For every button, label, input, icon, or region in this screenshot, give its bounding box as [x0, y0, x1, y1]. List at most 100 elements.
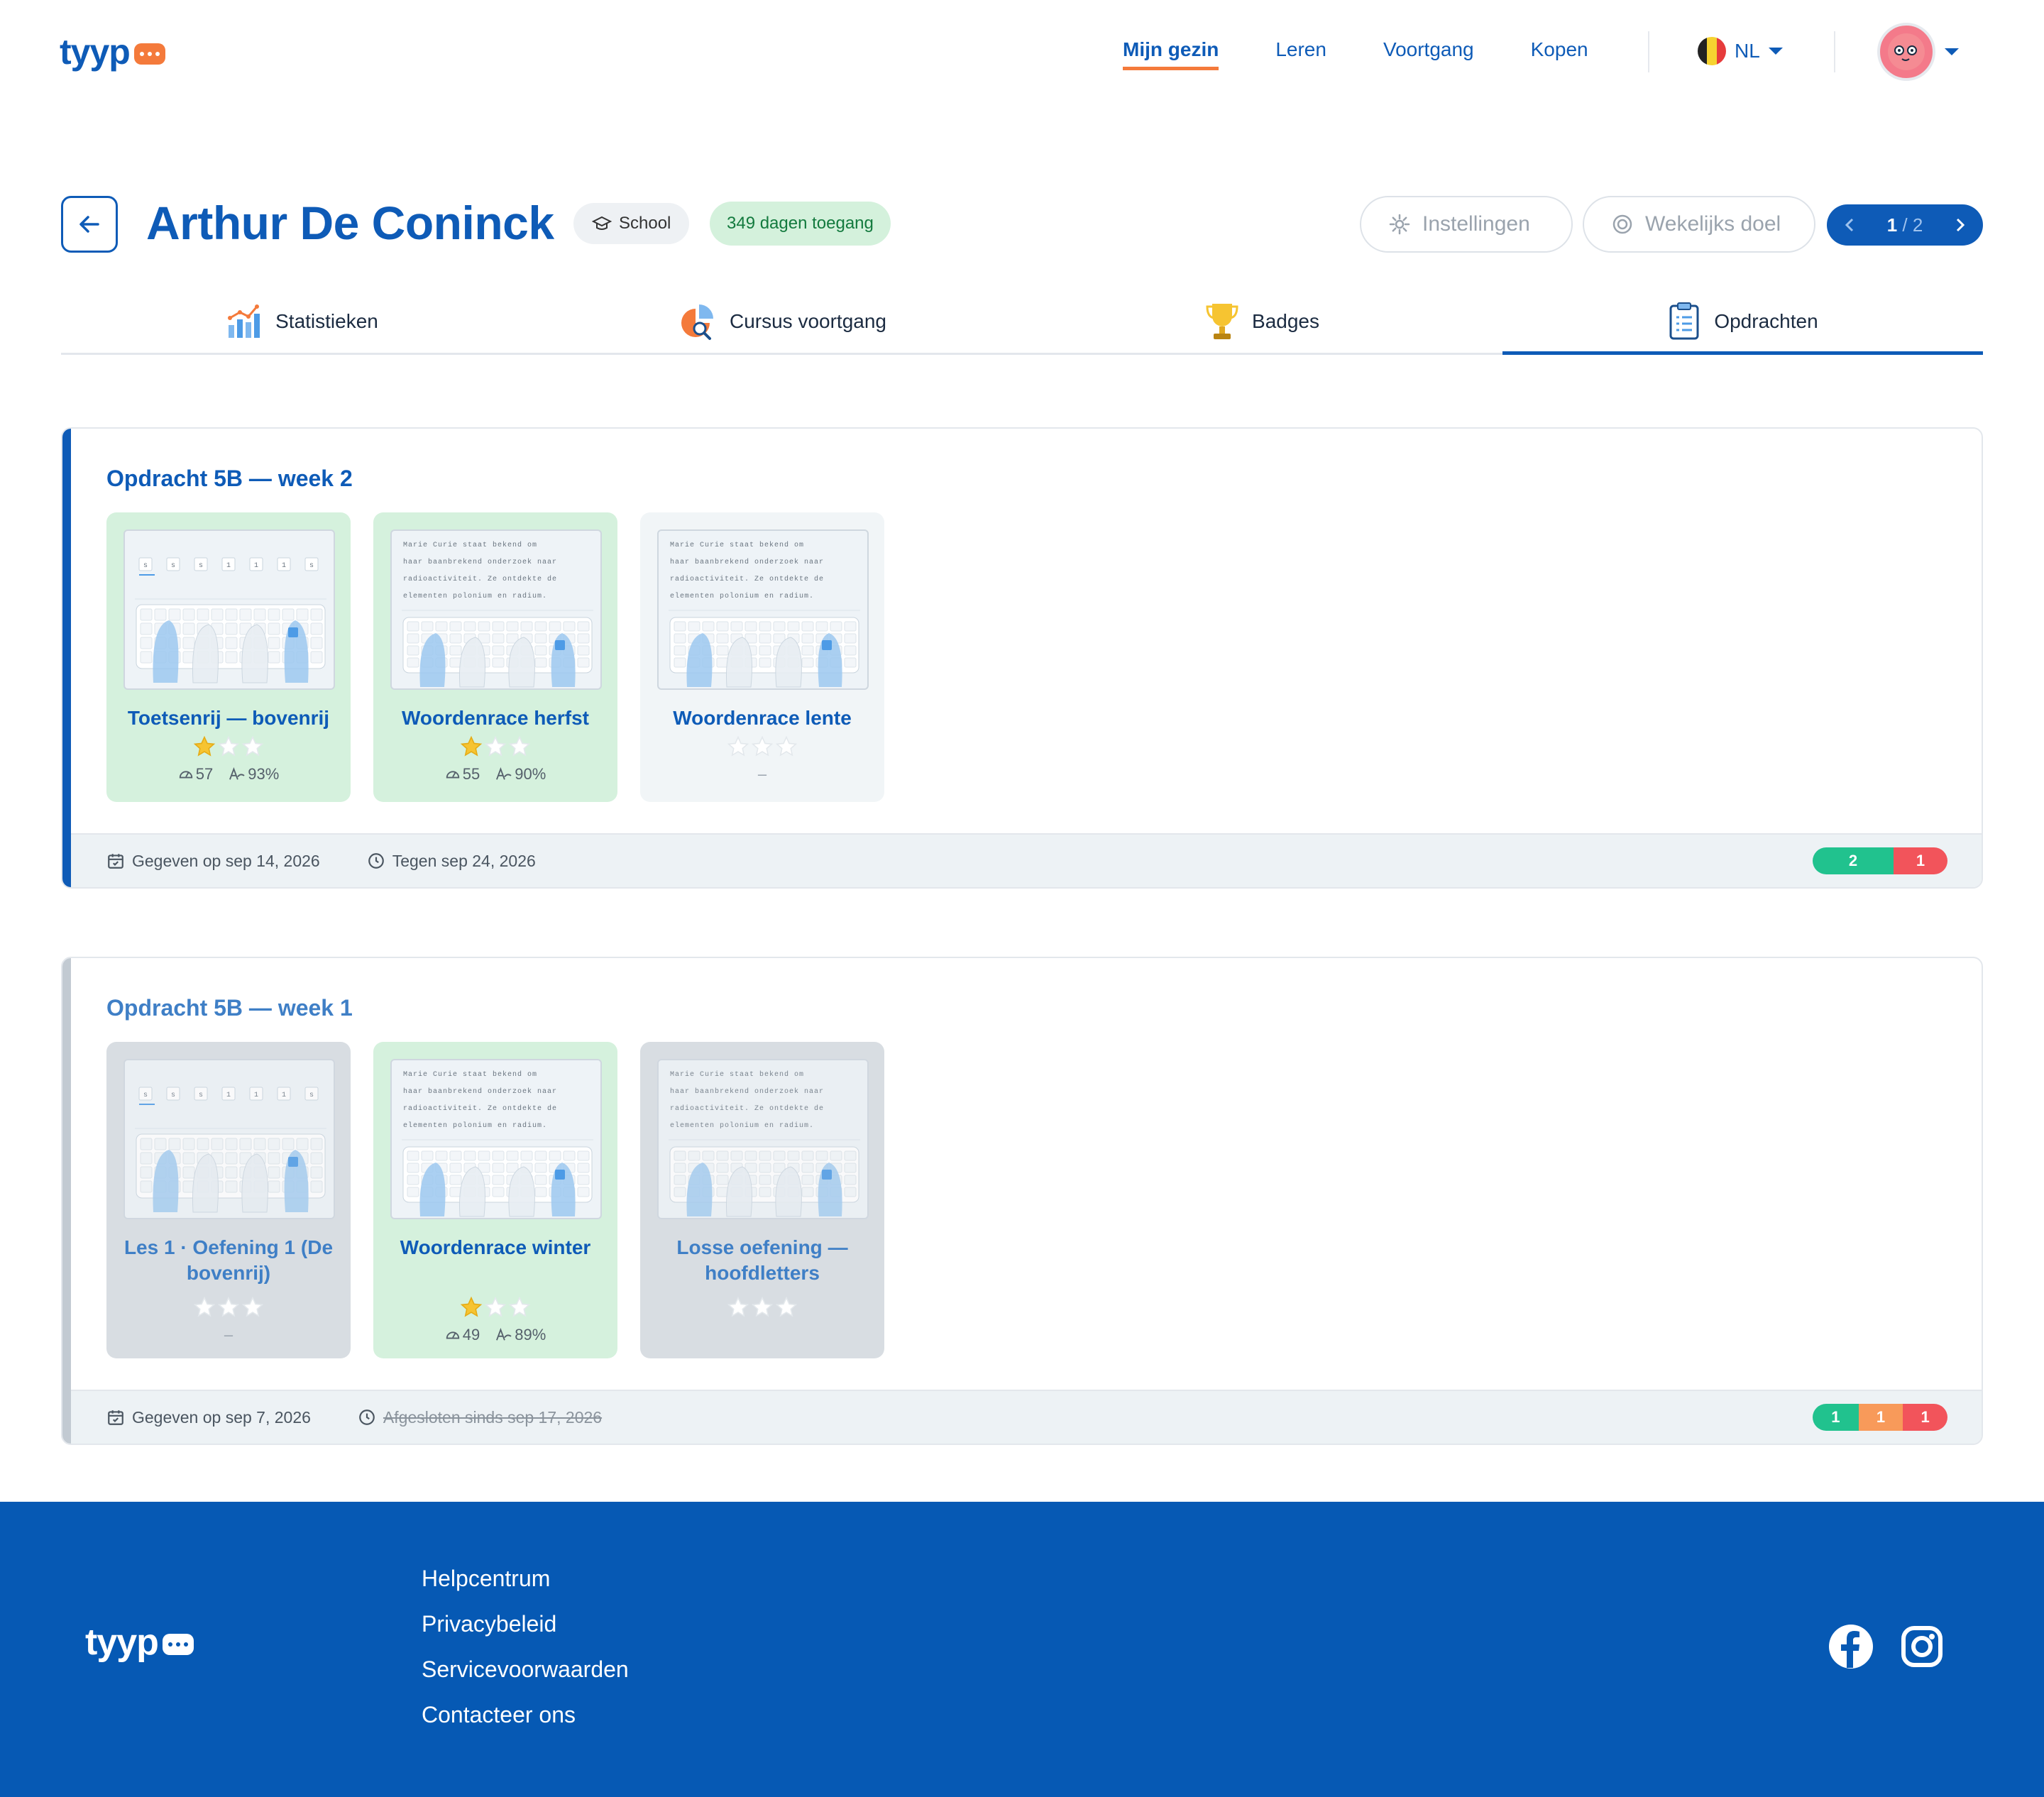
footer-logo[interactable]: tyyp — [85, 1621, 194, 1664]
back-button[interactable] — [61, 196, 118, 253]
accuracy-stat: 90% — [495, 765, 546, 784]
svg-text:radioactiviteit. Ze ontdekte d: radioactiviteit. Ze ontdekte de — [403, 575, 557, 583]
svg-text:s: s — [199, 562, 203, 570]
star-filled-icon — [460, 735, 483, 757]
assignment-status-stripe — [62, 429, 71, 887]
nav-divider — [1648, 31, 1649, 72]
no-result-dash: – — [757, 765, 767, 783]
footer-link-help[interactable]: Helpcentrum — [422, 1567, 629, 1590]
progress-segment: 1 — [1813, 1404, 1859, 1431]
nav-leren[interactable]: Leren — [1275, 38, 1326, 70]
weekly-goal-button[interactable]: Wekelijks doel — [1583, 196, 1815, 253]
keyboard-lesson-thumbnail: s s s 1 1 1 s — [135, 557, 326, 683]
star-empty-icon — [217, 1296, 240, 1317]
svg-text:1: 1 — [282, 1092, 286, 1099]
weekly-goal-label: Wekelijks doel — [1645, 212, 1781, 236]
star-empty-icon — [193, 1296, 216, 1317]
star-empty-icon — [241, 1296, 264, 1317]
pager-current: 1 — [1886, 214, 1898, 236]
footer-link-terms[interactable]: Servicevoorwaarden — [422, 1658, 629, 1681]
pager-prev-button[interactable] — [1842, 216, 1857, 233]
nav-voortgang[interactable]: Voortgang — [1383, 38, 1474, 70]
svg-text:haar baanbrekend onderzoek naa: haar baanbrekend onderzoek naar — [403, 1087, 557, 1096]
star-empty-icon — [751, 735, 774, 757]
star-empty-icon — [751, 1296, 774, 1317]
typing-text-thumbnail: Marie Curie staat bekend om haar baanbrek… — [669, 541, 860, 688]
svg-text:elementen polonium en radium.: elementen polonium en radium. — [403, 1121, 547, 1130]
exercise-tile[interactable]: s s s 1 1 1 s Les 1 · Oefening 1 (De bovenrij) – — [106, 1042, 351, 1358]
facebook-icon[interactable] — [1828, 1624, 1874, 1669]
arrow-left-icon — [79, 216, 99, 233]
svg-text:haar baanbrekend onderzoek naa: haar baanbrekend onderzoek naar — [670, 1087, 824, 1096]
belgium-flag-icon — [1698, 37, 1726, 65]
star-rating — [106, 735, 351, 758]
nav-mijn-gezin[interactable]: Mijn gezin — [1123, 38, 1219, 70]
exercise-tile[interactable]: Marie Curie staat bekend om haar baanbrek… — [373, 1042, 617, 1358]
tab-cursus-voortgang[interactable]: Cursus voortgang — [542, 290, 1022, 353]
nav-kopen[interactable]: Kopen — [1531, 38, 1588, 70]
accuracy-icon — [229, 767, 245, 780]
instagram-icon[interactable] — [1899, 1624, 1945, 1669]
accuracy-icon — [496, 1328, 512, 1341]
star-empty-icon — [508, 1296, 531, 1317]
chevron-left-icon — [1845, 218, 1854, 232]
svg-text:elementen polonium en radium.: elementen polonium en radium. — [670, 592, 814, 600]
speedometer-icon — [446, 1331, 459, 1339]
assignment-footer: Gegeven op sep 7, 2026 Afgesloten sinds s… — [71, 1390, 1982, 1444]
exercise-thumbnail: Marie Curie staat bekend om haar baanbrek… — [657, 1059, 869, 1219]
svg-text:s: s — [309, 1092, 314, 1099]
settings-button[interactable]: Instellingen — [1360, 196, 1573, 253]
assignment-title[interactable]: Opdracht 5B — week 2 — [106, 466, 353, 492]
footer-link-contact[interactable]: Contacteer ons — [422, 1703, 629, 1726]
footer-link-privacy[interactable]: Privacybeleid — [422, 1612, 629, 1635]
clock-icon — [368, 853, 384, 869]
avatar[interactable] — [1877, 23, 1935, 81]
exercise-tile[interactable]: Marie Curie staat bekend om haar baanbrek… — [640, 512, 884, 802]
given-date: Gegeven op sep 7, 2026 — [106, 1408, 311, 1427]
tab-badges[interactable]: Badges — [1022, 290, 1502, 353]
tab-statistieken[interactable]: Statistieken — [61, 290, 542, 353]
exercise-tile[interactable]: Marie Curie staat bekend om haar baanbrek… — [640, 1042, 884, 1358]
star-rating — [640, 735, 884, 758]
star-empty-icon — [484, 735, 507, 757]
pager-total: / 2 — [1902, 214, 1923, 236]
exercise-title: Les 1 · Oefening 1 (De bovenrij) — [123, 1236, 334, 1284]
exercise-tile[interactable]: Marie Curie staat bekend om haar baanbrek… — [373, 512, 617, 802]
exercise-title: Toetsenrij — bovenrij — [127, 707, 330, 729]
language-selector[interactable]: NL — [1698, 37, 1783, 65]
assignment-status-stripe — [62, 958, 71, 1444]
due-date: Tegen sep 24, 2026 — [367, 852, 536, 871]
completion-progress-bar: 111 — [1813, 1404, 1947, 1431]
svg-text:1: 1 — [254, 562, 258, 570]
tyyp-logo[interactable]: tyyp — [60, 31, 165, 72]
main-nav: Mijn gezin Leren Voortgang Kopen — [1123, 38, 1588, 70]
tab-bar: Statistieken Cursus voortgang Badges Opd… — [61, 290, 1983, 355]
speed-value: 49 — [462, 1326, 480, 1343]
clock-icon — [359, 1409, 375, 1425]
speed-stat: 55 — [445, 765, 480, 784]
assignment-title[interactable]: Opdracht 5B — week 1 — [106, 995, 353, 1021]
footer-links: Helpcentrum Privacybeleid Servicevoorwaa… — [422, 1567, 629, 1726]
avatar-chevron-down-icon[interactable] — [1945, 48, 1959, 55]
exercise-tile[interactable]: s s s 1 1 1 s Toetsenrij — bovenrij 57 93% — [106, 512, 351, 802]
pie-chart-icon — [681, 304, 713, 340]
star-empty-icon — [727, 735, 749, 757]
settings-label: Instellingen — [1422, 212, 1530, 236]
no-result-dash: – — [224, 1326, 233, 1343]
logo-text: tyyp — [60, 32, 131, 72]
language-label: NL — [1735, 40, 1760, 62]
star-filled-icon — [193, 735, 216, 757]
pager-next-button[interactable] — [1953, 216, 1967, 233]
speed-stat: 49 — [445, 1326, 480, 1344]
tab-opdrachten[interactable]: Opdrachten — [1502, 290, 1983, 355]
svg-text:radioactiviteit. Ze ontdekte d: radioactiviteit. Ze ontdekte de — [670, 575, 824, 583]
star-filled-icon — [460, 1296, 483, 1317]
chat-bubble-icon — [162, 1634, 194, 1655]
tab-label: Statistieken — [275, 309, 378, 332]
star-empty-icon — [241, 735, 264, 757]
speed-stat: 57 — [178, 765, 213, 784]
exercise-title: Woordenrace lente — [673, 707, 852, 729]
progress-segment: 1 — [1894, 847, 1947, 874]
accuracy-value: 93% — [248, 765, 280, 783]
exercise-thumbnail: Marie Curie staat bekend om haar baanbrek… — [657, 529, 869, 690]
